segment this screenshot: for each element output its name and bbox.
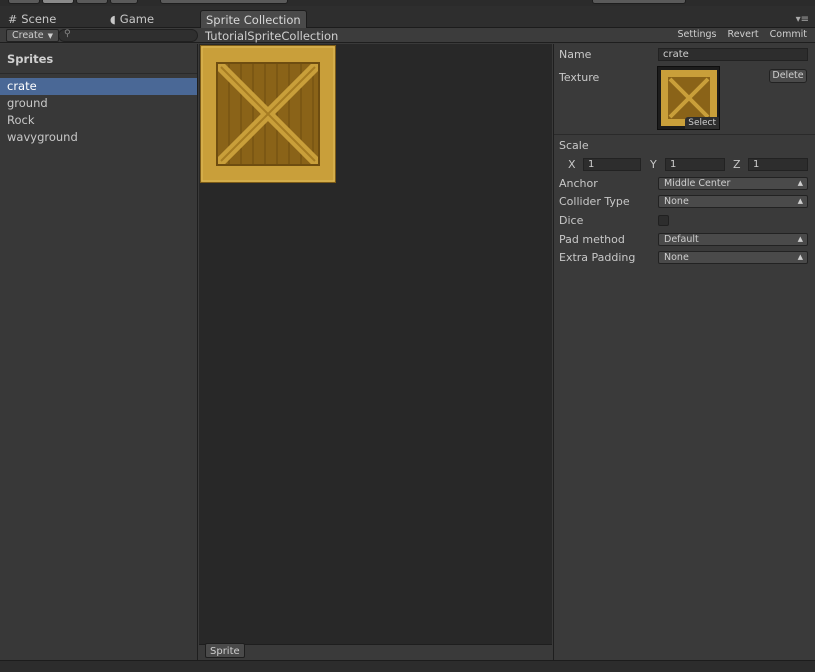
- extra-padding-label: Extra Padding: [559, 251, 636, 264]
- inspector-divider: [554, 134, 815, 135]
- tab-sprite-collection[interactable]: Sprite Collection: [200, 10, 307, 28]
- texture-select-button[interactable]: Select: [685, 117, 719, 129]
- toolbar-tool-button[interactable]: [8, 0, 40, 4]
- updown-arrows-icon: ▲: [797, 235, 803, 243]
- pacman-icon: ◖: [110, 13, 116, 26]
- search-icon: ⚲: [64, 29, 71, 39]
- collection-toolbar: Create ▼ ⚲ TutorialSpriteCollection Setti…: [0, 28, 815, 43]
- scale-x-field[interactable]: 1: [583, 158, 641, 171]
- dice-label: Dice: [559, 214, 584, 227]
- toolbar-tool-button-active[interactable]: [42, 0, 74, 4]
- crate-sprite-preview: [200, 45, 336, 183]
- scale-y-label: Y: [650, 158, 657, 171]
- extra-padding-value: None: [664, 252, 689, 263]
- toolbar-tool-button[interactable]: [76, 0, 108, 4]
- collider-type-value: None: [664, 196, 689, 207]
- revert-button[interactable]: Revert: [728, 29, 759, 40]
- tab-game-label: Game: [119, 12, 155, 26]
- name-label: Name: [559, 48, 592, 61]
- dropdown-arrow-icon: ▼: [47, 32, 53, 40]
- updown-arrows-icon: ▲: [797, 253, 803, 261]
- tab-sprite-collection-label: Sprite Collection: [206, 13, 301, 27]
- grid-icon: #: [8, 13, 18, 26]
- name-field[interactable]: crate: [658, 48, 808, 61]
- anchor-label: Anchor: [559, 177, 598, 190]
- sprite-preview-area[interactable]: Sprite: [199, 44, 552, 660]
- sprites-panel: Sprites crate ground Rock wavyground: [0, 44, 198, 660]
- collider-type-dropdown[interactable]: None ▲: [658, 195, 808, 208]
- extra-padding-dropdown[interactable]: None ▲: [658, 251, 808, 264]
- sprite-item-ground[interactable]: ground: [0, 95, 197, 112]
- status-bar: [0, 660, 815, 672]
- commit-button[interactable]: Commit: [770, 29, 807, 40]
- toolbar-actions: Settings Revert Commit: [670, 29, 807, 40]
- sprite-tab-button[interactable]: Sprite: [205, 643, 245, 658]
- sprite-inspector: Name crate Texture Select Delete Scale X…: [553, 44, 815, 660]
- scale-y-field[interactable]: 1: [665, 158, 725, 171]
- scale-z-field[interactable]: 1: [748, 158, 808, 171]
- sprites-panel-title: Sprites: [0, 44, 197, 74]
- settings-button[interactable]: Settings: [678, 29, 717, 40]
- create-label: Create: [12, 30, 44, 41]
- scale-label: Scale: [559, 139, 589, 152]
- sprite-item-wavyground[interactable]: wavyground: [0, 129, 197, 146]
- tab-scene[interactable]: # Scene: [8, 10, 56, 28]
- toolbar-pivot-toggle[interactable]: [160, 0, 288, 4]
- anchor-value: Middle Center: [664, 178, 731, 189]
- dice-checkbox[interactable]: [658, 215, 669, 226]
- create-dropdown-button[interactable]: Create ▼: [6, 29, 59, 42]
- tab-bar: # Scene ◖ Game Sprite Collection ▾≡: [0, 6, 815, 28]
- sprite-list: crate ground Rock wavyground: [0, 78, 197, 146]
- tab-menu-icon[interactable]: ▾≡: [796, 14, 809, 25]
- toolbar-play-controls[interactable]: [592, 0, 686, 4]
- tab-scene-label: Scene: [21, 12, 57, 26]
- texture-thumbnail[interactable]: Select: [657, 66, 720, 130]
- updown-arrows-icon: ▲: [797, 197, 803, 205]
- pad-method-value: Default: [664, 234, 699, 245]
- scale-x-label: X: [568, 158, 576, 171]
- toolbar-tool-button[interactable]: [110, 0, 138, 4]
- pad-method-dropdown[interactable]: Default ▲: [658, 233, 808, 246]
- delete-button[interactable]: Delete: [769, 69, 807, 83]
- pad-method-label: Pad method: [559, 233, 625, 246]
- crate-image: [201, 46, 335, 182]
- anchor-dropdown[interactable]: Middle Center ▲: [658, 177, 808, 190]
- sprite-item-crate[interactable]: crate: [0, 78, 197, 95]
- search-input[interactable]: ⚲: [58, 29, 198, 42]
- tab-game[interactable]: ◖ Game: [110, 10, 154, 28]
- preview-bottom-bar: [199, 644, 552, 660]
- collider-type-label: Collider Type: [559, 195, 630, 208]
- scale-z-label: Z: [733, 158, 741, 171]
- updown-arrows-icon: ▲: [797, 179, 803, 187]
- sprite-item-rock[interactable]: Rock: [0, 112, 197, 129]
- texture-label: Texture: [559, 71, 600, 84]
- collection-name: TutorialSpriteCollection: [205, 29, 339, 43]
